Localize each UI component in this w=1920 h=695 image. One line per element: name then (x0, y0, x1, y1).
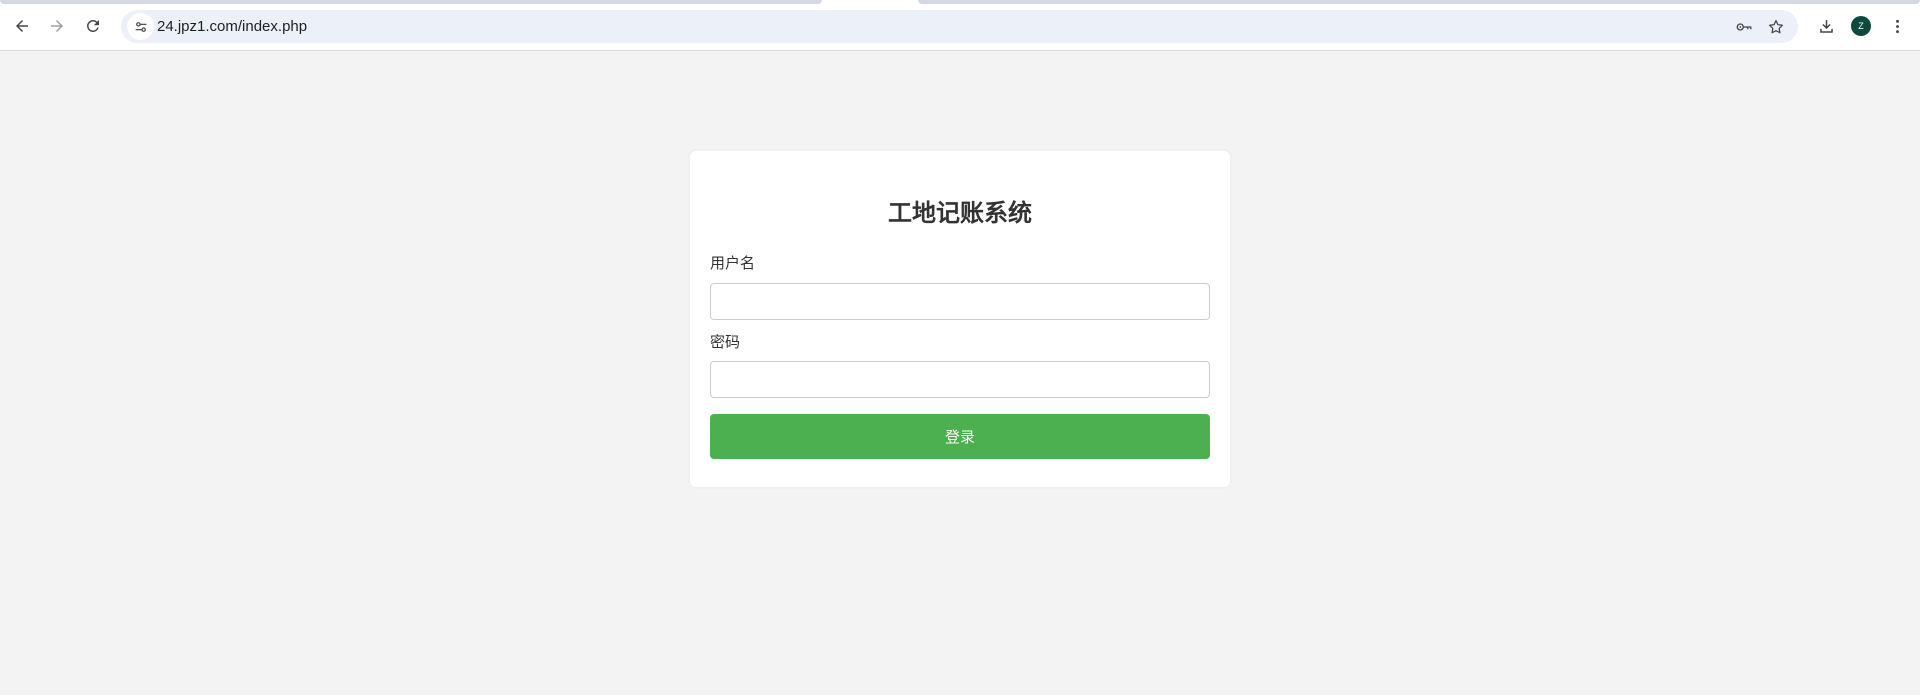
username-input[interactable] (710, 283, 1210, 320)
password-label: 密码 (710, 333, 741, 351)
page-content: 工地记账系统 用户名 密码 登录 (0, 51, 1920, 695)
reload-button[interactable] (77, 10, 109, 42)
bookmark-button[interactable] (1765, 16, 1787, 38)
tab-strip-edge (918, 0, 1920, 4)
password-input[interactable] (710, 361, 1210, 398)
profile-initial: Z (1858, 21, 1864, 31)
download-icon (1819, 19, 1833, 33)
star-icon (1768, 19, 1784, 34)
profile-avatar[interactable]: Z (1851, 16, 1871, 36)
login-button[interactable]: 登录 (710, 414, 1210, 459)
tune-icon (135, 21, 146, 32)
url-text[interactable]: 24.jpz1.com/index.php (157, 18, 307, 35)
username-label: 用户名 (710, 254, 756, 272)
password-manager-button[interactable] (1733, 16, 1755, 38)
tab-strip-edge (0, 0, 822, 4)
site-info-button[interactable] (127, 13, 154, 40)
browser-menu-button[interactable] (1883, 12, 1911, 40)
forward-button[interactable] (41, 10, 73, 42)
page-title: 工地记账系统 (888, 199, 1032, 227)
key-icon (1736, 23, 1752, 31)
browser-toolbar: 24.jpz1.com/index.php Z (0, 0, 1920, 51)
back-button[interactable] (6, 10, 38, 42)
arrow-left-icon (16, 20, 28, 32)
more-vertical-icon (1895, 19, 1899, 33)
address-bar[interactable]: 24.jpz1.com/index.php (121, 10, 1798, 43)
login-card: 工地记账系统 用户名 密码 登录 (690, 151, 1230, 487)
downloads-button[interactable] (1812, 12, 1840, 40)
arrow-right-icon (51, 20, 63, 32)
reload-icon (86, 19, 99, 32)
